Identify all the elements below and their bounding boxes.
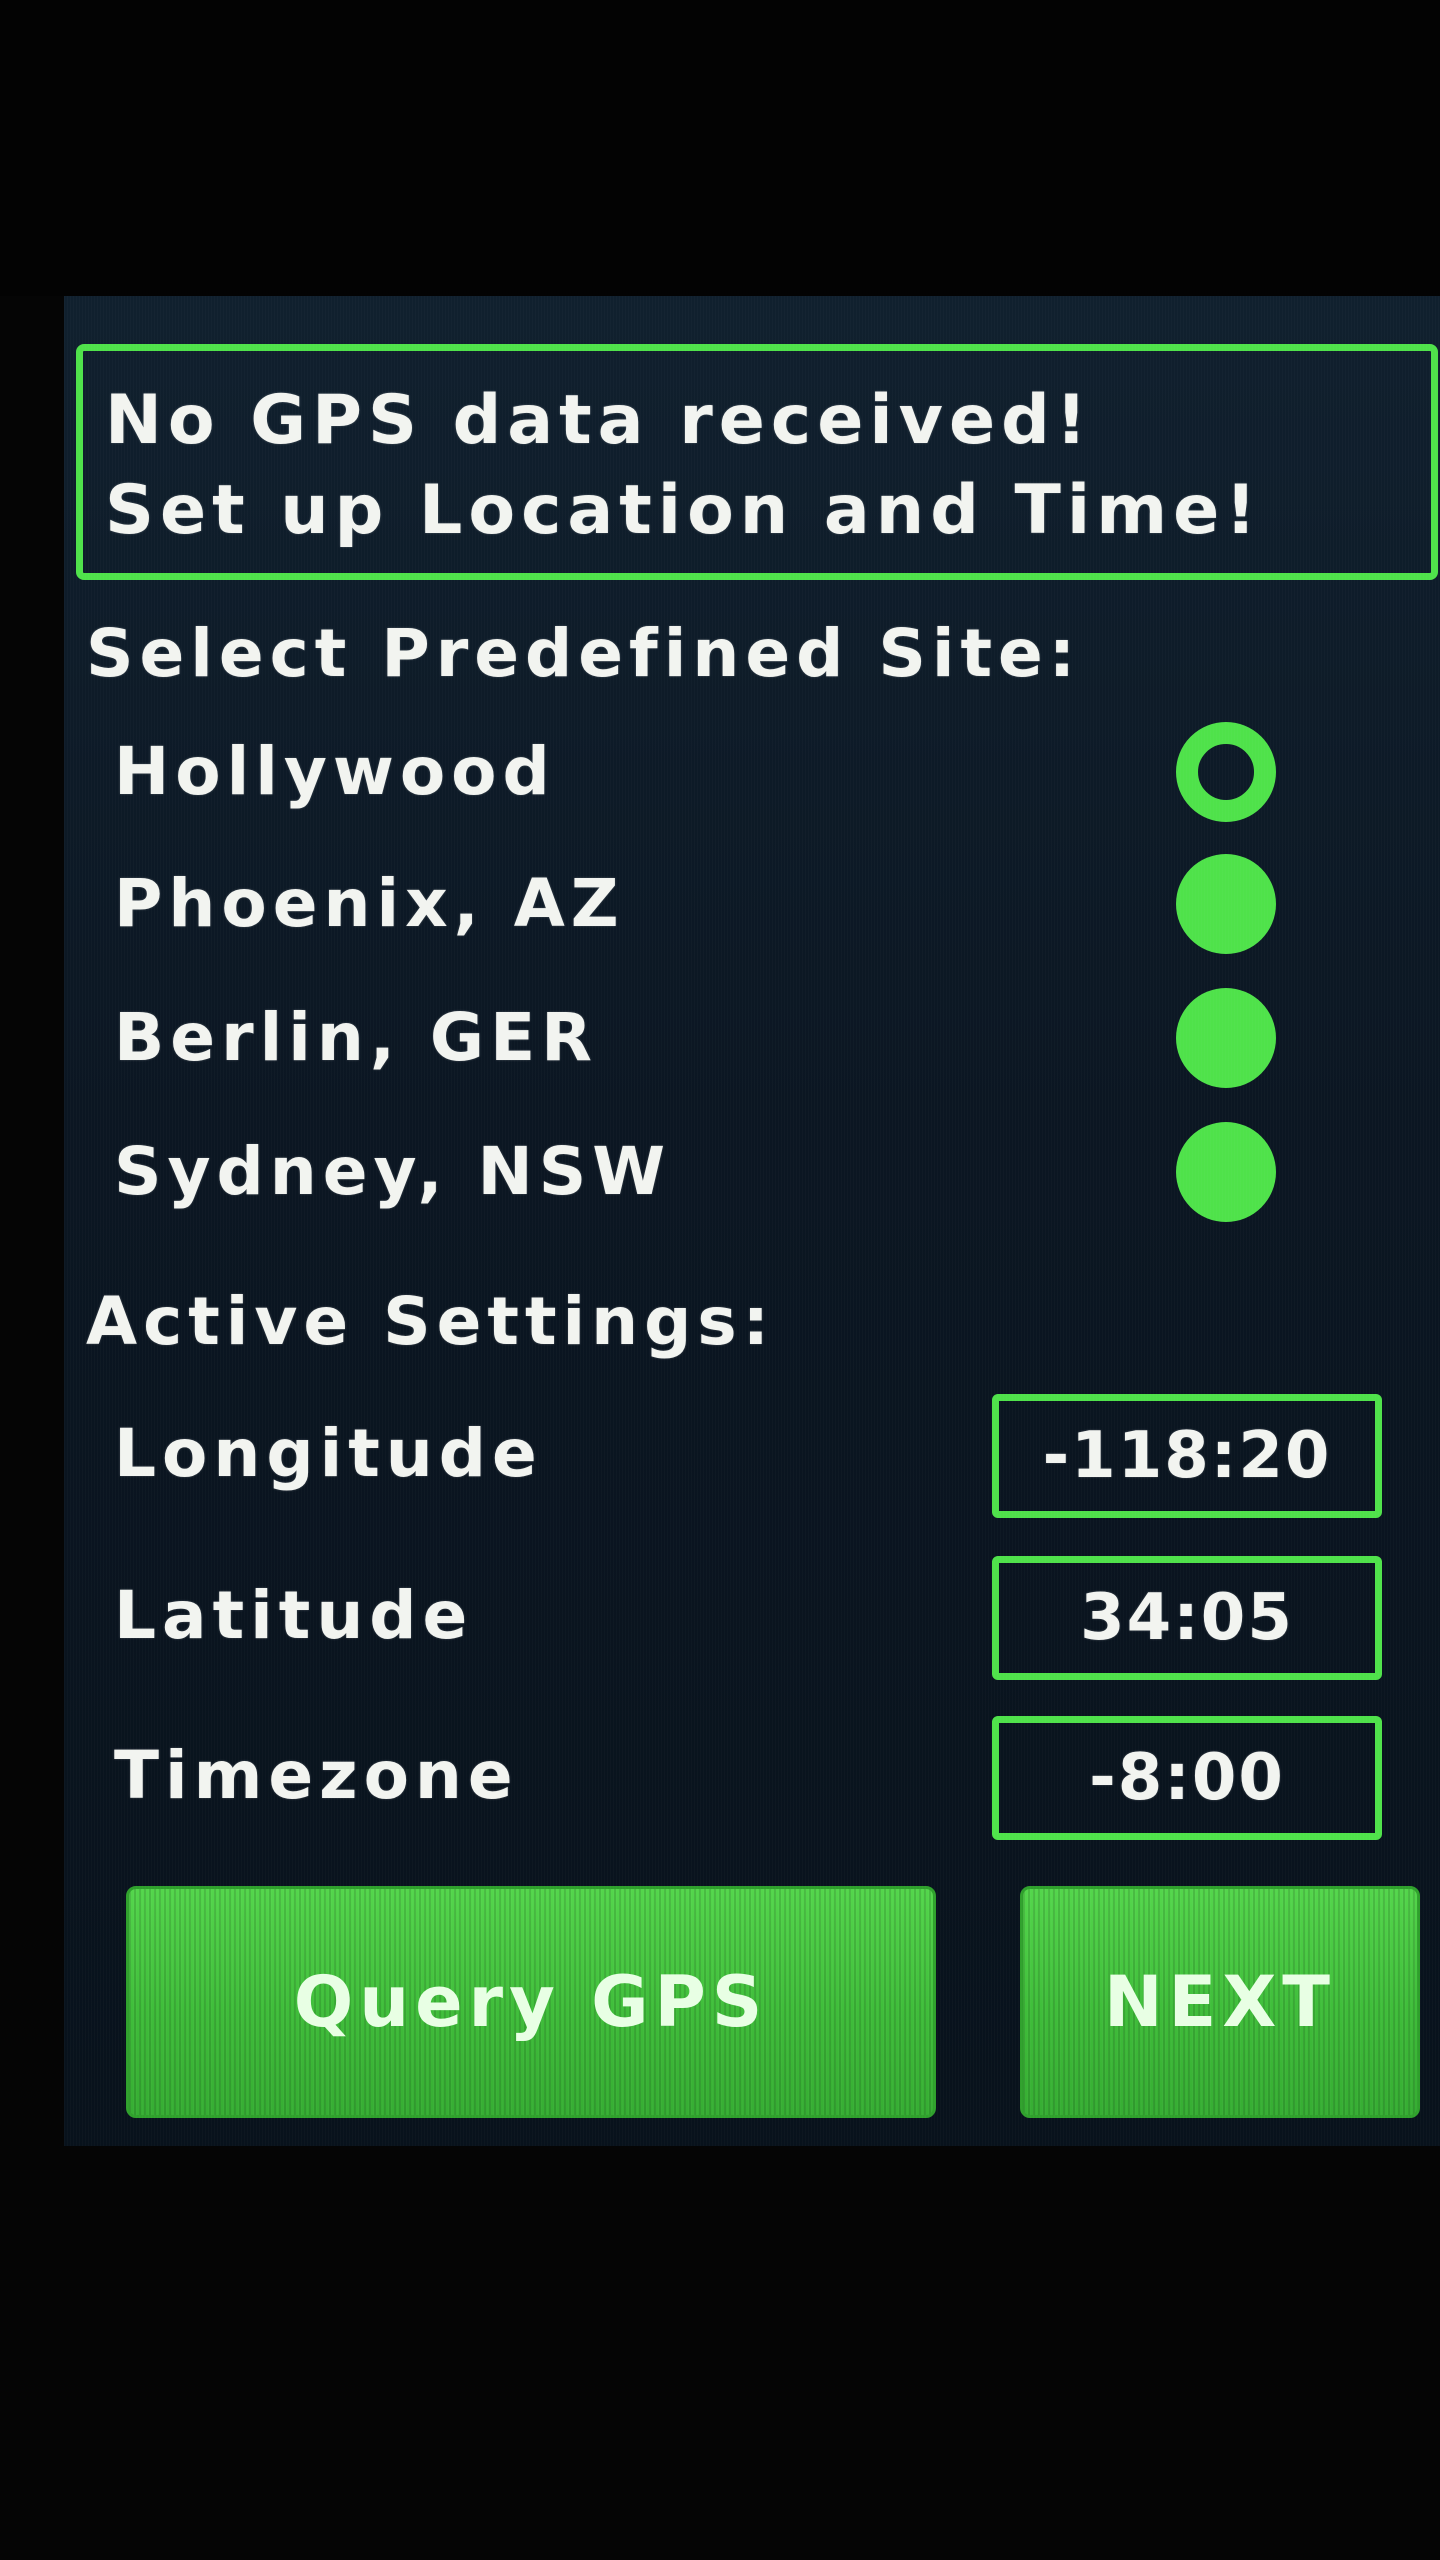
site-option-phoenix[interactable]: Phoenix, AZ — [64, 844, 1440, 964]
radio-unselected-icon[interactable] — [1176, 854, 1276, 954]
radio-selected-icon[interactable] — [1176, 722, 1276, 822]
timezone-label: Timezone — [114, 1737, 519, 1814]
site-option-label: Hollywood — [114, 733, 556, 810]
device-bezel-bottom — [0, 2146, 1440, 2560]
longitude-label: Longitude — [114, 1415, 543, 1492]
site-option-label: Berlin, GER — [114, 999, 598, 1076]
alert-message-line-2: Set up Location and Time! — [105, 471, 1263, 550]
site-option-label: Sydney, NSW — [114, 1133, 672, 1210]
query-gps-button[interactable]: Query GPS — [126, 1886, 936, 2118]
predefined-site-heading: Select Predefined Site: — [86, 615, 1082, 692]
site-option-berlin[interactable]: Berlin, GER — [64, 978, 1440, 1098]
latitude-setting: Latitude 34:05 — [64, 1556, 1440, 1680]
alert-message-line-1: No GPS data received! — [105, 381, 1093, 460]
site-option-hollywood[interactable]: Hollywood — [64, 712, 1440, 832]
gps-alert-box: No GPS data received! Set up Location an… — [76, 344, 1438, 580]
radio-unselected-icon[interactable] — [1176, 988, 1276, 1088]
site-option-label: Phoenix, AZ — [114, 865, 625, 942]
timezone-setting: Timezone -8:00 — [64, 1716, 1440, 1840]
longitude-setting: Longitude -118:20 — [64, 1394, 1440, 1518]
timezone-value-field[interactable]: -8:00 — [992, 1716, 1382, 1840]
gps-setup-screen: No GPS data received! Set up Location an… — [64, 296, 1440, 2146]
longitude-value-field[interactable]: -118:20 — [992, 1394, 1382, 1518]
next-button[interactable]: NEXT — [1020, 1886, 1420, 2118]
site-option-sydney[interactable]: Sydney, NSW — [64, 1112, 1440, 1232]
latitude-label: Latitude — [114, 1577, 474, 1654]
active-settings-heading: Active Settings: — [86, 1283, 776, 1360]
latitude-value-field[interactable]: 34:05 — [992, 1556, 1382, 1680]
device-bezel-top — [0, 0, 1440, 296]
radio-unselected-icon[interactable] — [1176, 1122, 1276, 1222]
